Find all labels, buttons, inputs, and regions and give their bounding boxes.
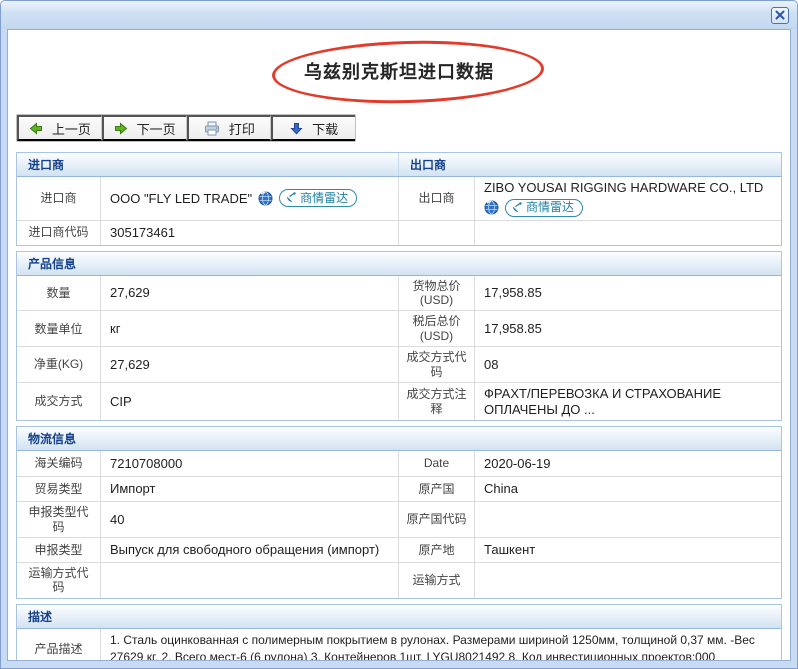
product-info-table: 产品信息 数量 27,629 货物总价(USD) 17,958.85 数量单位 … xyxy=(16,251,782,422)
field-label: 申报类型 xyxy=(17,537,101,562)
table-row: 产品描述 1. Сталь оцинкованная с полимерным … xyxy=(17,629,781,661)
prev-page-label: 上一页 xyxy=(52,119,91,138)
importer-label: 进口商 xyxy=(17,177,101,220)
arrow-left-icon xyxy=(29,122,43,135)
field-label: 成交方式 xyxy=(17,382,101,420)
logistics-info-table: 物流信息 海关编码 7210708000 Date 2020-06-19 贸易类… xyxy=(16,426,782,599)
field-value xyxy=(475,562,781,598)
field-label: 成交方式代码 xyxy=(399,346,475,382)
table-row: 净重(KG) 27,629 成交方式代码 08 xyxy=(17,346,781,382)
field-value: 27,629 xyxy=(101,346,399,382)
field-value: кг xyxy=(101,310,399,346)
exporter-name: ZIBO YOUSAI RIGGING HARDWARE CO., LTD xyxy=(484,180,763,196)
field-value: 08 xyxy=(475,346,781,382)
exporter-label: 出口商 xyxy=(399,177,475,220)
globe-icon[interactable] xyxy=(484,200,499,215)
download-label: 下载 xyxy=(312,119,338,138)
field-label: 数量单位 xyxy=(17,310,101,346)
print-label: 打印 xyxy=(229,119,255,138)
table-row: 数量 27,629 货物总价(USD) 17,958.85 xyxy=(17,276,781,311)
exporter-value: ZIBO YOUSAI RIGGING HARDWARE CO., LTD 商情… xyxy=(475,177,781,220)
table-row: 成交方式 CIP 成交方式注释 ФРАХТ/ПЕРЕВОЗКА И СТРАХО… xyxy=(17,382,781,420)
field-label: 税后总价(USD) xyxy=(399,310,475,346)
printer-icon xyxy=(204,121,220,136)
download-button[interactable]: 下载 xyxy=(271,115,355,141)
description-section-header: 描述 xyxy=(17,605,781,628)
download-arrow-icon xyxy=(290,122,303,135)
print-button[interactable]: 打印 xyxy=(187,115,272,141)
field-label: 原产国代码 xyxy=(399,501,475,537)
parties-table: 进口商 出口商 进口商 OOO "FLY LED TRADE" 商情雷达 出口商… xyxy=(16,152,782,246)
field-value: 27,629 xyxy=(101,276,399,311)
field-value: Ташкент xyxy=(475,537,781,562)
table-row: 贸易类型 Импорт 原产国 China xyxy=(17,476,781,501)
field-value: Импорт xyxy=(101,476,399,501)
table-row: 申报类型 Выпуск для свободного обращения (им… xyxy=(17,537,781,562)
arrow-right-icon xyxy=(114,122,128,135)
dialog-content: 乌兹别克斯坦进口数据 上一页 下一页 打印 xyxy=(7,29,791,661)
field-value: Выпуск для свободного обращения (импорт) xyxy=(101,537,399,562)
field-label: 原产国 xyxy=(399,476,475,501)
field-value xyxy=(101,562,399,598)
field-label: 原产地 xyxy=(399,537,475,562)
table-row: 数量单位 кг 税后总价(USD) 17,958.85 xyxy=(17,310,781,346)
field-value: 2020-06-19 xyxy=(475,451,781,476)
close-button[interactable] xyxy=(771,7,789,24)
field-label: 净重(KG) xyxy=(17,346,101,382)
globe-icon[interactable] xyxy=(258,191,273,206)
product-description-value: 1. Сталь оцинкованная с полимерным покры… xyxy=(101,629,781,661)
business-radar-button[interactable]: 商情雷达 xyxy=(279,189,357,207)
field-label: 海关编码 xyxy=(17,451,101,476)
importer-name: OOO "FLY LED TRADE" xyxy=(110,191,252,207)
field-value: CIP xyxy=(101,382,399,420)
table-row: 运输方式代码 运输方式 xyxy=(17,562,781,598)
parties-headers: 进口商 出口商 xyxy=(17,153,781,177)
next-page-label: 下一页 xyxy=(137,119,176,138)
title-area: 乌兹别克斯坦进口数据 xyxy=(8,30,790,112)
field-label: Date xyxy=(399,451,475,476)
description-table: 描述 产品描述 1. Сталь оцинкованная с полимерн… xyxy=(16,604,782,661)
dialog-titlebar xyxy=(1,1,797,29)
field-value: 7210708000 xyxy=(101,451,399,476)
field-label: 贸易类型 xyxy=(17,476,101,501)
field-value: ФРАХТ/ПЕРЕВОЗКА И СТРАХОВАНИЕ ОПЛАЧЕНЫ Д… xyxy=(475,382,781,420)
importer-code-value: 305173461 xyxy=(101,220,399,245)
table-row: 申报类型代码 40 原产国代码 xyxy=(17,501,781,537)
field-label: 申报类型代码 xyxy=(17,501,101,537)
table-row: 海关编码 7210708000 Date 2020-06-19 xyxy=(17,451,781,476)
empty-value xyxy=(475,220,781,245)
empty-label xyxy=(399,220,475,245)
page-title: 乌兹别克斯坦进口数据 xyxy=(304,58,494,84)
product-section-header: 产品信息 xyxy=(17,252,781,275)
importer-section-header: 进口商 xyxy=(17,153,399,176)
field-value xyxy=(475,501,781,537)
field-label: 货物总价(USD) xyxy=(399,276,475,311)
business-radar-label: 商情雷达 xyxy=(300,191,348,205)
field-value: China xyxy=(475,476,781,501)
radar-dish-icon xyxy=(285,192,297,204)
field-label: 运输方式代码 xyxy=(17,562,101,598)
logistics-section-header: 物流信息 xyxy=(17,427,781,450)
toolbar: 上一页 下一页 打印 下载 xyxy=(16,114,356,142)
radar-dish-icon xyxy=(511,202,523,214)
table-row: 进口商 OOO "FLY LED TRADE" 商情雷达 出口商 ZIBO YO… xyxy=(17,177,781,220)
field-label: 数量 xyxy=(17,276,101,311)
field-label: 成交方式注释 xyxy=(399,382,475,420)
field-value: 17,958.85 xyxy=(475,276,781,311)
next-page-button[interactable]: 下一页 xyxy=(102,115,187,141)
field-value: 17,958.85 xyxy=(475,310,781,346)
exporter-section-header: 出口商 xyxy=(399,153,781,176)
table-row: 进口商代码 305173461 xyxy=(17,220,781,245)
importer-code-label: 进口商代码 xyxy=(17,220,101,245)
prev-page-button[interactable]: 上一页 xyxy=(17,115,102,141)
business-radar-button[interactable]: 商情雷达 xyxy=(505,199,583,217)
close-icon xyxy=(775,10,785,20)
field-label: 运输方式 xyxy=(399,562,475,598)
product-description-label: 产品描述 xyxy=(17,629,101,661)
importer-value: OOO "FLY LED TRADE" 商情雷达 xyxy=(101,177,399,220)
dialog-window: 乌兹别克斯坦进口数据 上一页 下一页 打印 xyxy=(0,0,798,669)
field-value: 40 xyxy=(101,501,399,537)
business-radar-label: 商情雷达 xyxy=(526,200,574,214)
